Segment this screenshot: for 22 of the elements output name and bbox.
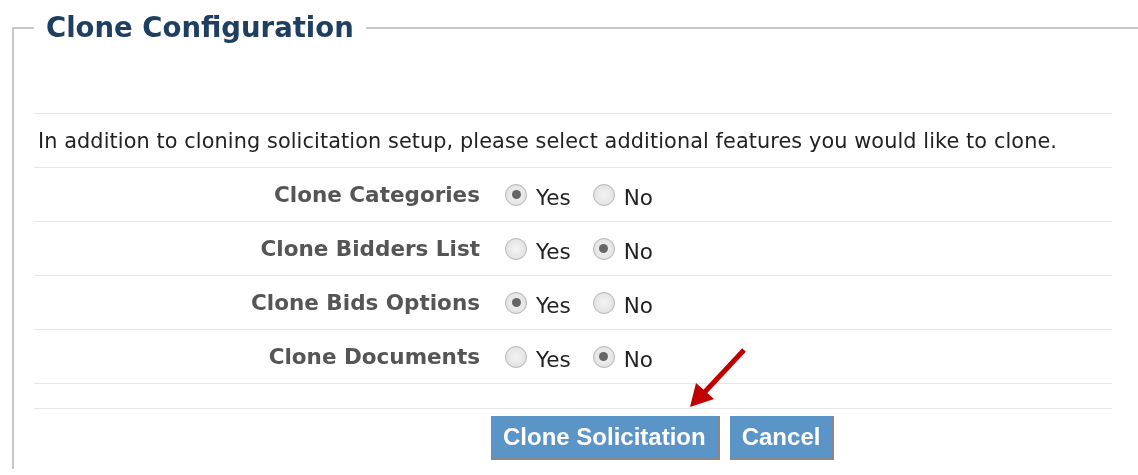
radio-button[interactable] [505,183,527,206]
radio-button[interactable] [505,291,527,314]
radio-label[interactable]: Yes [536,347,571,372]
option-label: Clone Bidders List [260,236,480,261]
pointer-arrow [688,347,748,409]
radio-label[interactable]: Yes [536,293,571,318]
radio-button[interactable] [592,291,615,314]
radio-button[interactable] [505,345,527,368]
radio-label[interactable]: No [623,185,653,210]
radio-button[interactable] [592,237,615,260]
radio-button[interactable] [505,237,527,260]
radio-button[interactable] [592,345,615,368]
radio-label[interactable]: Yes [536,185,571,210]
radio-label[interactable]: No [623,239,653,264]
option-label: Clone Categories [274,182,480,207]
radio-label[interactable]: No [623,347,653,372]
instruction-text: In addition to cloning solicitation setup, please select additional features you would like to clone. [38,128,1058,153]
option-label: Clone Bids Options [251,290,480,315]
radio-label[interactable]: Yes [536,239,571,264]
radio-button[interactable] [592,183,615,206]
radio-label[interactable]: No [623,293,653,318]
option-label: Clone Documents [268,344,480,369]
